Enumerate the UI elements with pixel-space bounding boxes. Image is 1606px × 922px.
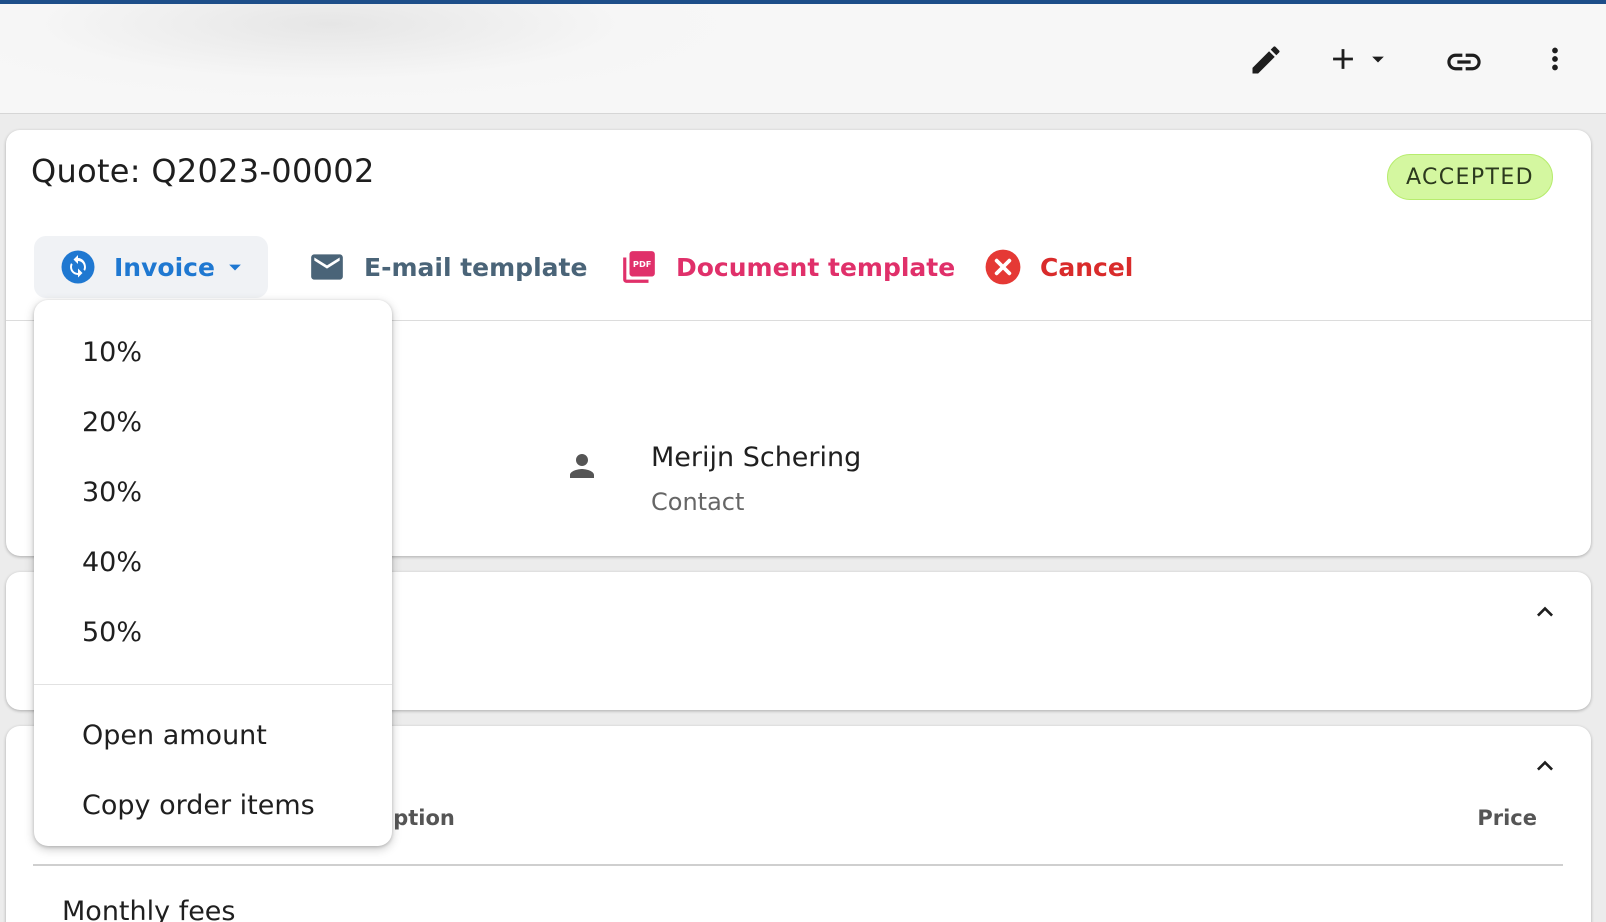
contact-label: Contact bbox=[651, 488, 745, 516]
cancel-icon bbox=[984, 248, 1022, 286]
chevron-up-icon[interactable] bbox=[1529, 750, 1561, 786]
invoice-dropdown-menu: 10% 20% 30% 40% 50% Open amount Copy ord… bbox=[34, 300, 392, 846]
contact-name[interactable]: Merijn Schering bbox=[651, 442, 861, 473]
menu-item-open-amount[interactable]: Open amount bbox=[34, 701, 392, 771]
table-row[interactable]: Monthly fees bbox=[62, 896, 235, 922]
document-template-label: Document template bbox=[676, 252, 956, 282]
column-header-price: Price bbox=[1477, 806, 1537, 830]
cancel-button[interactable]: Cancel bbox=[984, 236, 1133, 298]
menu-item-50-percent[interactable]: 50% bbox=[34, 598, 392, 668]
menu-item-copy-order-items[interactable]: Copy order items bbox=[34, 771, 392, 841]
table-divider bbox=[33, 864, 1563, 866]
menu-item-20-percent[interactable]: 20% bbox=[34, 388, 392, 458]
svg-text:PDF: PDF bbox=[633, 259, 651, 269]
menu-divider bbox=[34, 684, 392, 685]
toolbar bbox=[0, 4, 1606, 114]
menu-item-10-percent[interactable]: 10% bbox=[34, 318, 392, 388]
email-template-label: E-mail template bbox=[364, 252, 588, 282]
cancel-label: Cancel bbox=[1040, 252, 1134, 282]
pdf-icon: PDF bbox=[620, 248, 658, 286]
page-title: Quote: Q2023-00002 bbox=[31, 152, 375, 190]
quote-actions: Invoice E-mail template PDF Document tem… bbox=[6, 236, 1591, 298]
column-header-description: iption bbox=[386, 806, 455, 830]
caret-down-icon bbox=[1364, 45, 1392, 73]
add-menu-button[interactable] bbox=[1326, 42, 1392, 76]
menu-item-30-percent[interactable]: 30% bbox=[34, 458, 392, 528]
invoice-button[interactable]: Invoice bbox=[34, 236, 268, 298]
person-icon bbox=[564, 448, 600, 488]
more-vert-icon[interactable] bbox=[1538, 42, 1572, 76]
pencil-icon[interactable] bbox=[1248, 42, 1284, 78]
menu-item-40-percent[interactable]: 40% bbox=[34, 528, 392, 598]
plus-icon bbox=[1326, 42, 1360, 76]
mail-icon bbox=[308, 248, 346, 286]
document-template-button[interactable]: PDF Document template bbox=[620, 236, 955, 298]
status-badge: ACCEPTED bbox=[1387, 154, 1553, 200]
link-icon[interactable] bbox=[1444, 42, 1484, 82]
sync-icon bbox=[60, 249, 96, 285]
email-template-button[interactable]: E-mail template bbox=[308, 236, 587, 298]
chevron-up-icon[interactable] bbox=[1529, 596, 1561, 632]
invoice-label: Invoice bbox=[114, 252, 215, 282]
caret-down-icon bbox=[221, 253, 249, 281]
